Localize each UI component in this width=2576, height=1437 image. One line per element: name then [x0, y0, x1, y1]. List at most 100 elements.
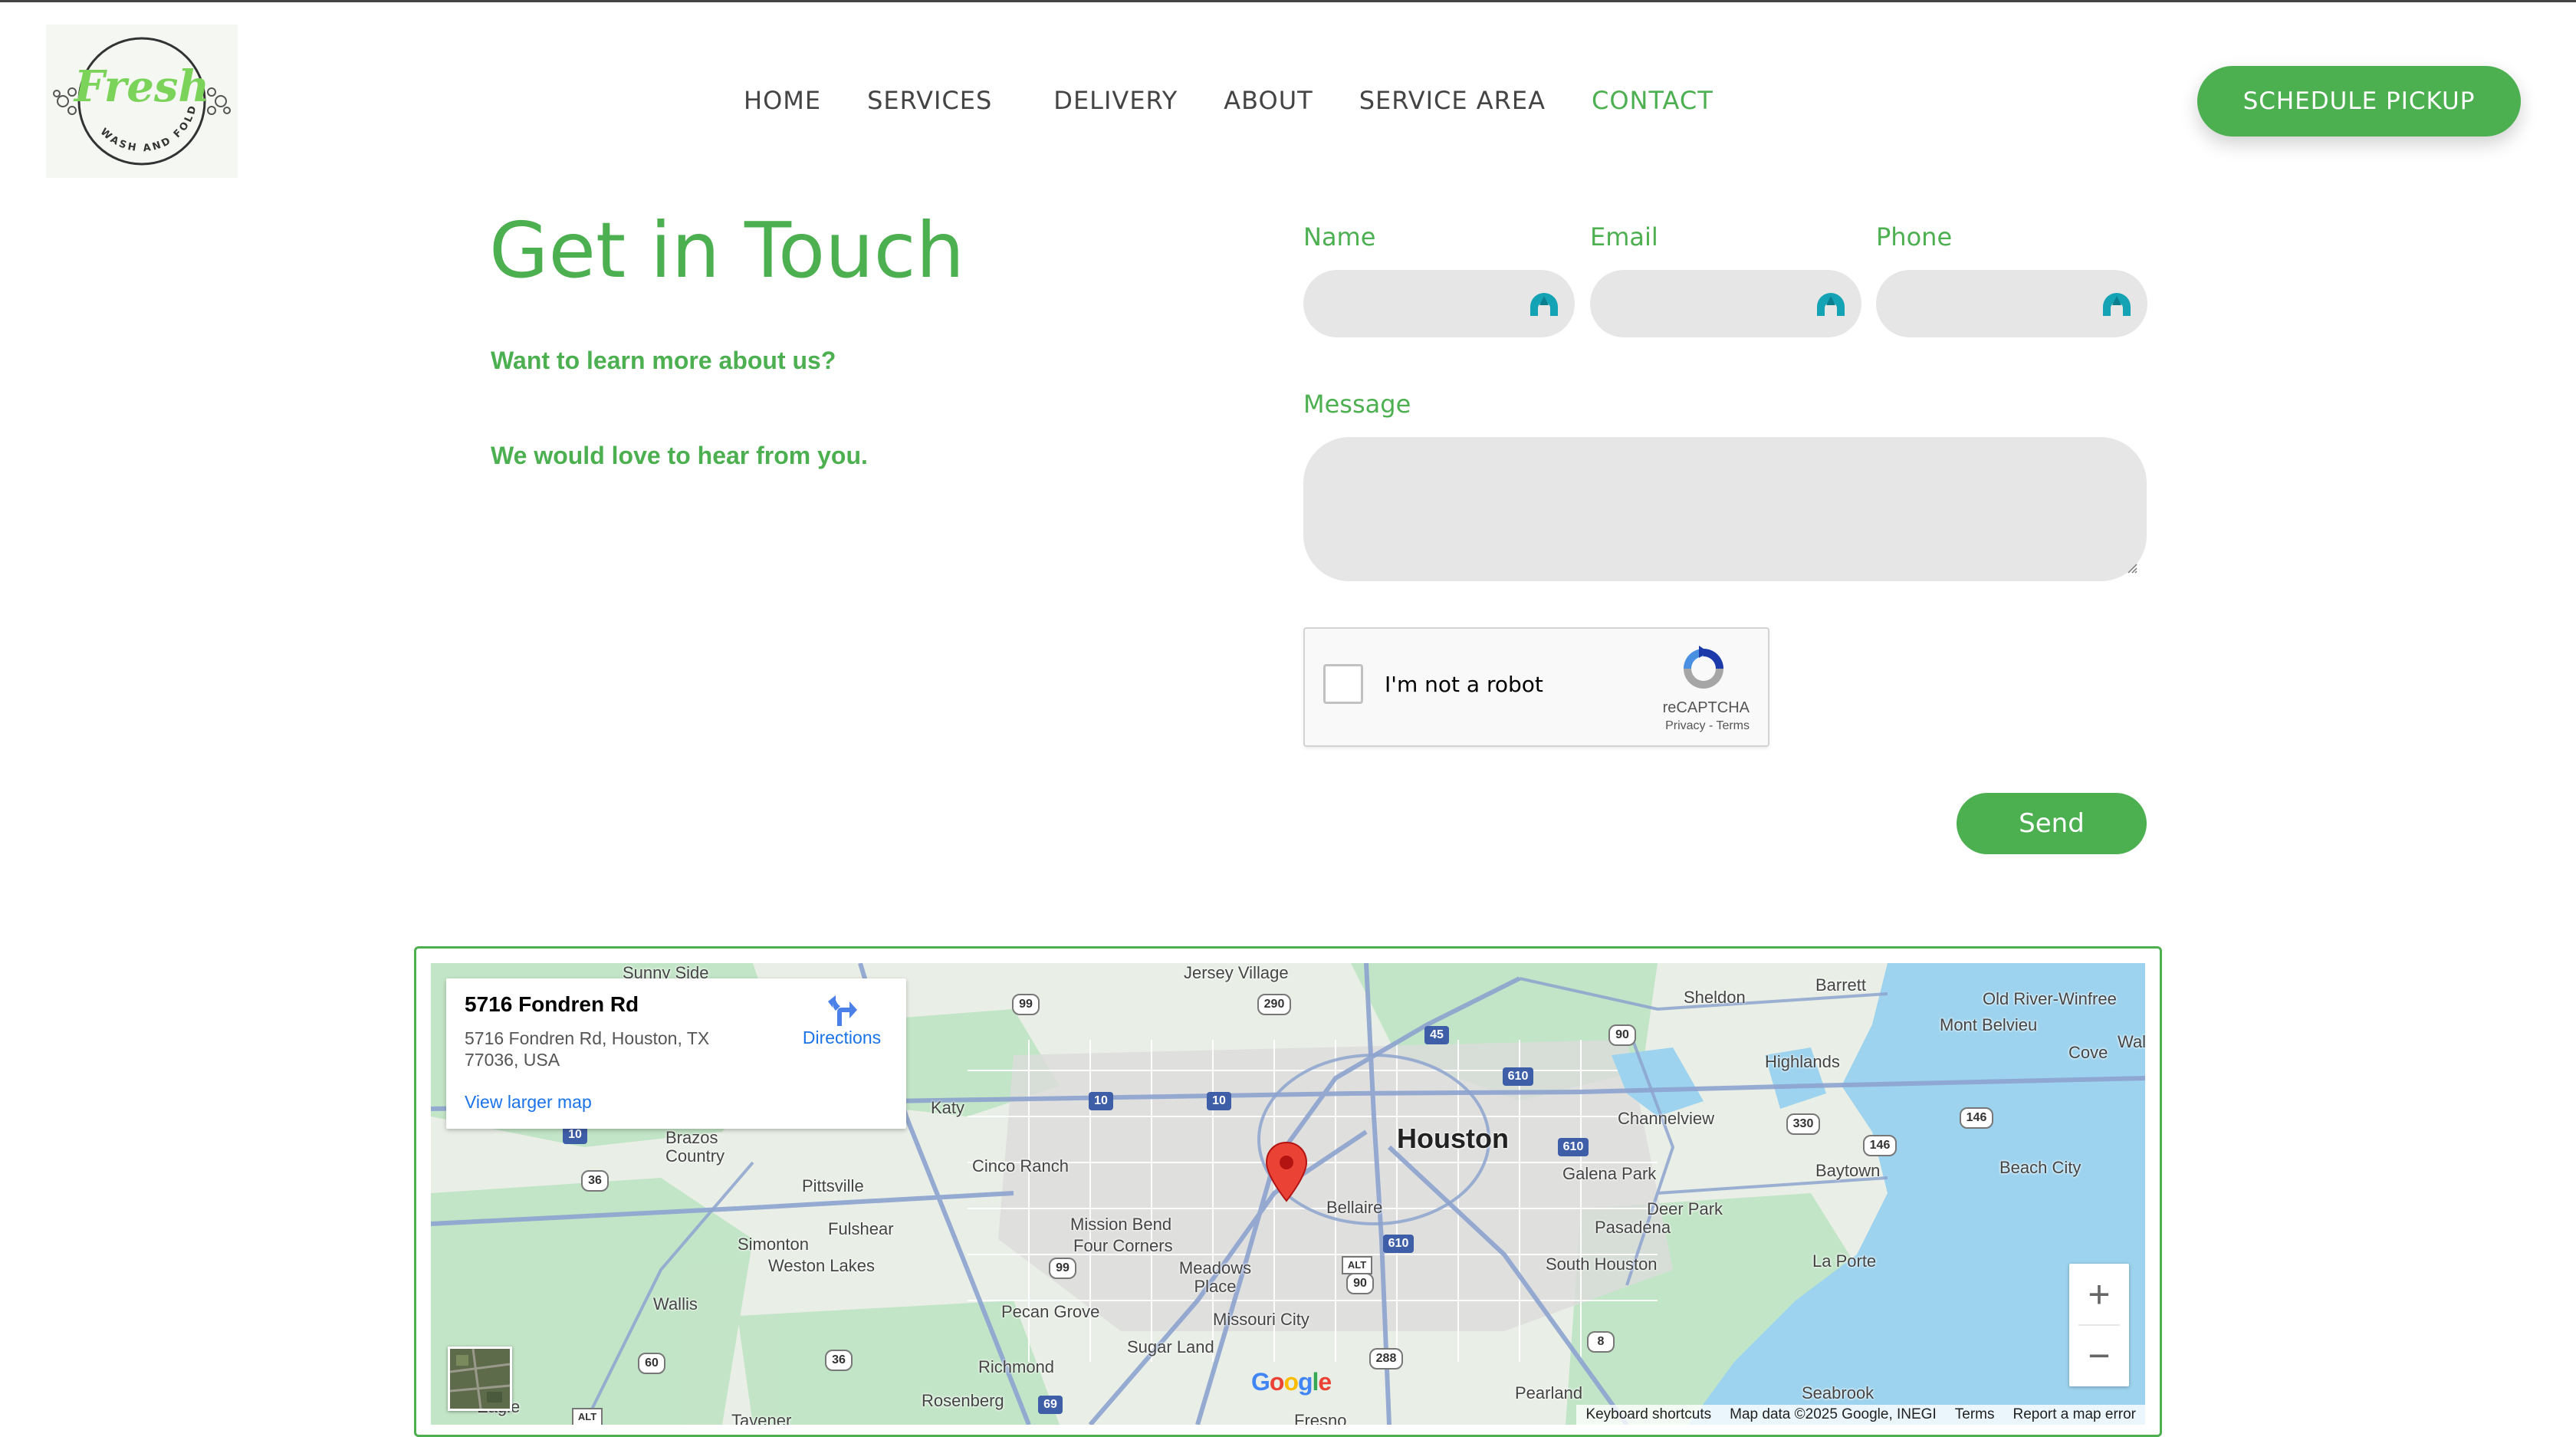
highway-shield: 60	[638, 1353, 665, 1374]
logo[interactable]: Fresh WASH AND FOLD	[46, 25, 238, 178]
highway-shield: 10	[1207, 1092, 1231, 1110]
map-label-city: Houston	[1397, 1123, 1509, 1154]
map-label: Brazos Country	[665, 1128, 725, 1166]
nav-services-label: SERVICES	[867, 86, 993, 115]
map-label: Bellaire	[1326, 1198, 1383, 1217]
highway-shield: 36	[825, 1350, 853, 1371]
map-label: La Porte	[1812, 1251, 1877, 1271]
recaptcha-logo-icon	[1684, 646, 1723, 689]
map-label: Katy	[931, 1098, 965, 1117]
directions-button[interactable]: Directions	[796, 994, 888, 1048]
highway-shield: ALT	[1342, 1256, 1372, 1274]
resize-handle-icon[interactable]	[2125, 561, 2137, 574]
map-label: Jersey Village	[1184, 963, 1289, 982]
name-label: Name	[1303, 222, 1376, 252]
terms-link[interactable]: Terms	[1946, 1406, 2004, 1423]
map-label: Highlands	[1765, 1052, 1840, 1071]
map-label: Galena Park	[1562, 1164, 1657, 1183]
map-label: Old River-Winfree	[1983, 989, 2117, 1008]
highway-shield: 90	[1608, 1024, 1636, 1046]
map-label: Pecan Grove	[1001, 1302, 1100, 1321]
recaptcha-privacy-terms[interactable]: Privacy - Terms	[1665, 719, 1750, 733]
top-border	[0, 0, 2576, 2]
nav-service-area[interactable]: SERVICE AREA	[1359, 86, 1546, 115]
map-label: Pasadena	[1595, 1218, 1671, 1237]
highway-shield: 330	[1786, 1113, 1820, 1135]
nav-home[interactable]: HOME	[744, 86, 821, 115]
recaptcha-widget: I'm not a robot reCAPTCHA Privacy - Term…	[1303, 627, 1769, 747]
recaptcha-brand: reCAPTCHA	[1662, 699, 1750, 716]
highway-shield: 610	[1558, 1138, 1589, 1156]
zoom-out-button[interactable]: −	[2069, 1325, 2129, 1386]
message-textarea[interactable]	[1303, 437, 2147, 581]
highway-shield: 146	[1863, 1135, 1897, 1156]
map-label: Cinco Ranch	[972, 1156, 1069, 1176]
highway-shield: 288	[1369, 1348, 1403, 1370]
intro-line-1: Want to learn more about us?	[491, 347, 836, 374]
nav-contact[interactable]: CONTACT	[1592, 86, 1714, 115]
nav-about[interactable]: ABOUT	[1224, 86, 1313, 115]
phone-input[interactable]	[1876, 270, 2147, 337]
map-label: Channelview	[1618, 1109, 1714, 1128]
google-logo: Google	[1251, 1368, 1332, 1396]
satellite-thumbnail-icon	[449, 1348, 511, 1409]
recaptcha-label: I'm not a robot	[1385, 672, 1543, 697]
password-manager-icon[interactable]	[1815, 291, 1846, 317]
place-address: 5716 Fondren Rd, Houston, TX 77036, USA	[465, 1028, 710, 1070]
map-label: Tavener	[731, 1411, 792, 1425]
highway-shield: 610	[1383, 1235, 1414, 1253]
directions-label: Directions	[802, 1028, 882, 1047]
nav-services[interactable]: SERVICES	[867, 86, 1007, 115]
password-manager-icon[interactable]	[1529, 291, 1559, 317]
zoom-controls: + −	[2069, 1264, 2129, 1386]
view-larger-map-link[interactable]: View larger map	[465, 1092, 592, 1113]
map-label: Sheldon	[1684, 988, 1746, 1007]
highway-shield: 45	[1424, 1026, 1449, 1044]
password-manager-icon[interactable]	[2101, 291, 2132, 317]
map-label: Four Corners	[1073, 1236, 1173, 1255]
schedule-pickup-button[interactable]: SCHEDULE PICKUP	[2197, 66, 2521, 136]
highway-shield: 8	[1587, 1331, 1615, 1353]
highway-shield: ALT	[572, 1408, 603, 1425]
nav-delivery[interactable]: DELIVERY	[1053, 86, 1178, 115]
map-label: Deer Park	[1647, 1199, 1723, 1218]
map-label: Wal	[2118, 1032, 2145, 1051]
map-label: Baytown	[1815, 1161, 1881, 1180]
map-label: Pearland	[1515, 1383, 1583, 1402]
map-label: Meadows Place	[1178, 1258, 1252, 1296]
zoom-in-button[interactable]: +	[2069, 1264, 2129, 1325]
send-button[interactable]: Send	[1957, 793, 2147, 854]
place-title: 5716 Fondren Rd	[465, 992, 639, 1016]
email-label: Email	[1590, 222, 1658, 252]
map-label: Beach City	[1999, 1158, 2082, 1177]
map-data-credit: Map data ©2025 Google, INEGI	[1730, 1406, 1937, 1422]
report-error-link[interactable]: Report a map error	[2003, 1406, 2145, 1423]
page-title: Get in Touch	[489, 206, 964, 295]
keyboard-shortcuts-link[interactable]: Keyboard shortcuts	[1576, 1406, 1720, 1423]
recaptcha-checkbox[interactable]	[1323, 664, 1363, 704]
map-label: Cove	[2068, 1043, 2108, 1062]
phone-label: Phone	[1876, 222, 1953, 252]
email-input[interactable]	[1590, 270, 1861, 337]
map-label: Rosenberg	[922, 1391, 1004, 1410]
map-info-card: 5716 Fondren Rd 5716 Fondren Rd, Houston…	[446, 978, 906, 1129]
map-label: Weston Lakes	[768, 1256, 876, 1275]
map-label: Sugar Land	[1127, 1337, 1214, 1356]
map-label: Missouri City	[1213, 1310, 1309, 1329]
intro-line-2: We would love to hear from you.	[491, 442, 868, 469]
map-label: Pittsville	[802, 1176, 864, 1195]
map-label: Fresno	[1294, 1411, 1347, 1425]
map-label: South Houston	[1546, 1254, 1658, 1274]
map-label: Mont Belvieu	[1940, 1015, 2038, 1034]
satellite-layer-toggle[interactable]	[448, 1347, 512, 1411]
map-label: Seabrook	[1802, 1383, 1875, 1402]
highway-shield: 36	[581, 1170, 609, 1192]
map-label: Fulshear	[828, 1219, 894, 1238]
embedded-map[interactable]: Sunny Side Jersey Village Sheldon Barret…	[431, 963, 2145, 1425]
message-label: Message	[1303, 390, 1411, 419]
name-input[interactable]	[1303, 270, 1575, 337]
location-pin-icon[interactable]	[1265, 1141, 1308, 1202]
map-label: Simonton	[738, 1235, 809, 1254]
highway-shield: 146	[1960, 1107, 1993, 1129]
highway-shield: 69	[1038, 1396, 1063, 1414]
